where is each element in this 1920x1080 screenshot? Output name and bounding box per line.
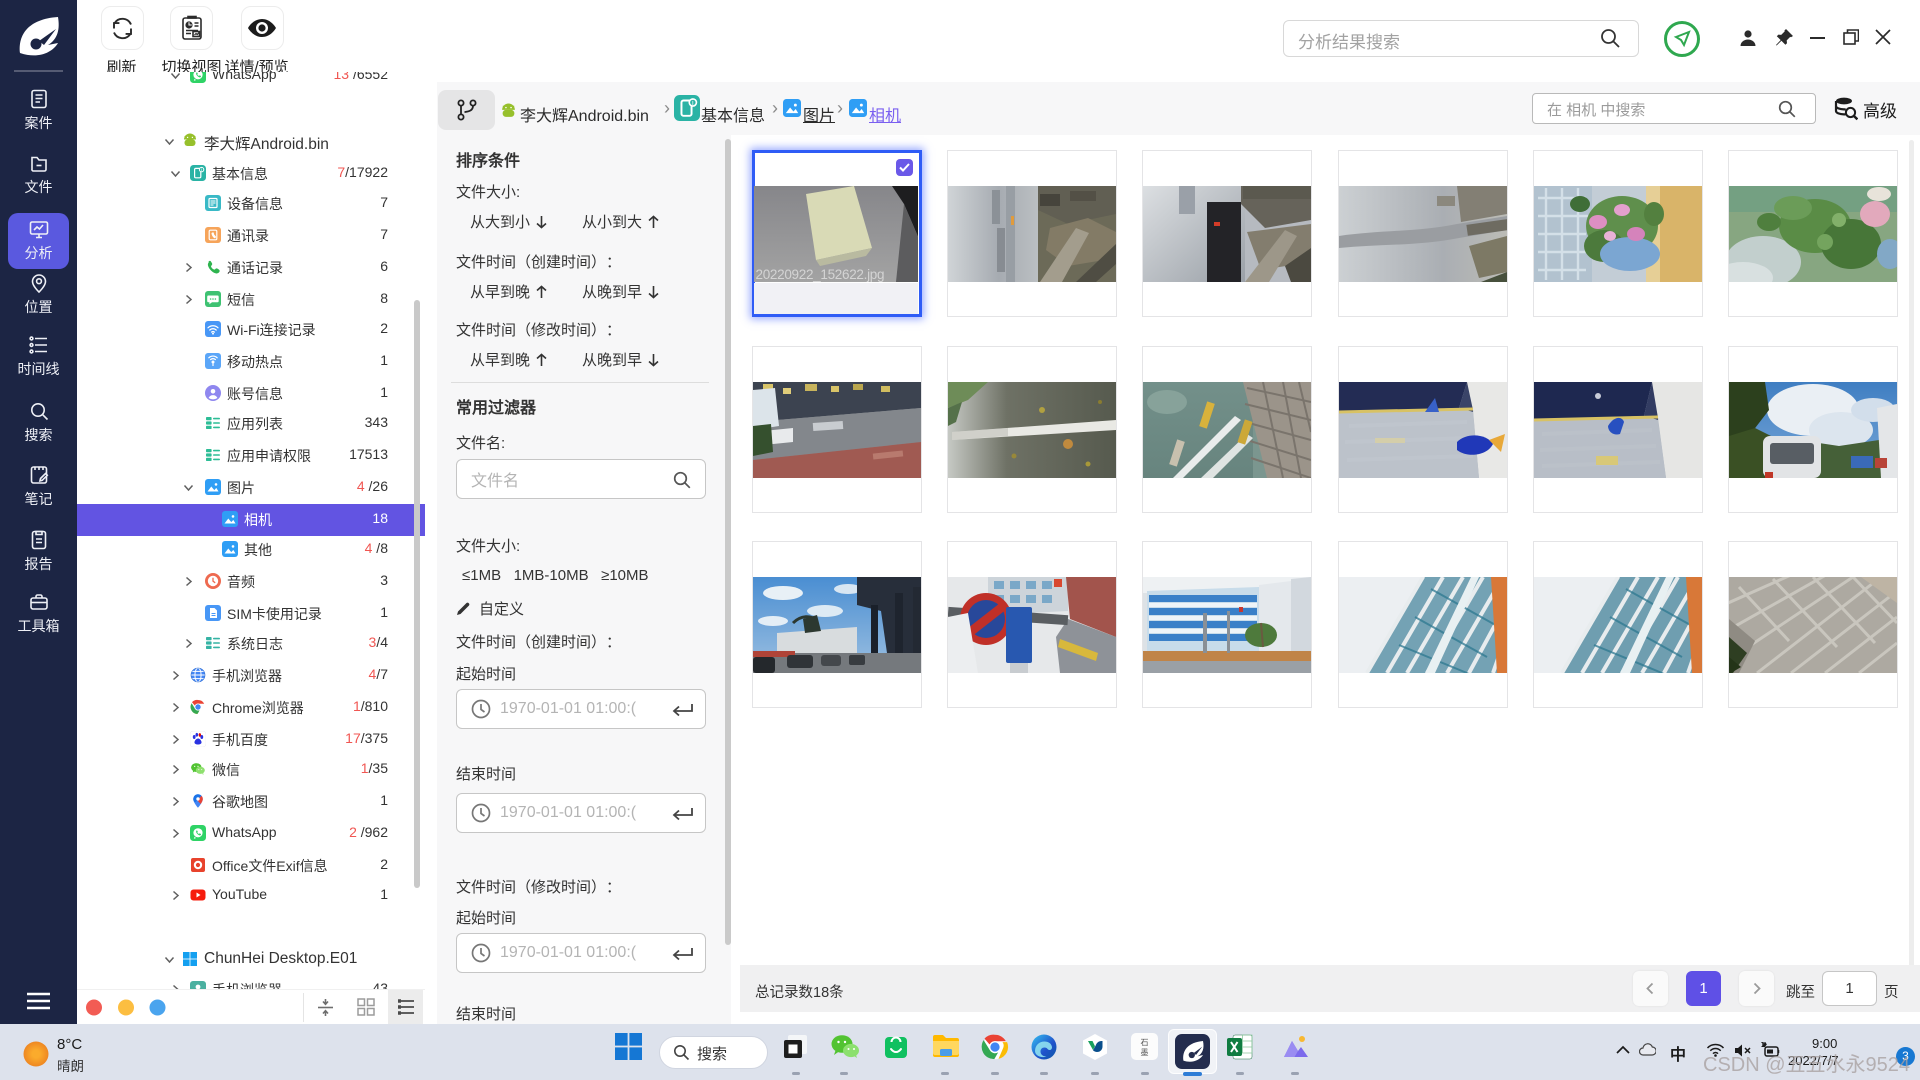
- svg-text:石: 石: [1141, 1038, 1149, 1047]
- svg-text:墨: 墨: [1141, 1048, 1149, 1057]
- svg-text:i: i: [201, 167, 202, 172]
